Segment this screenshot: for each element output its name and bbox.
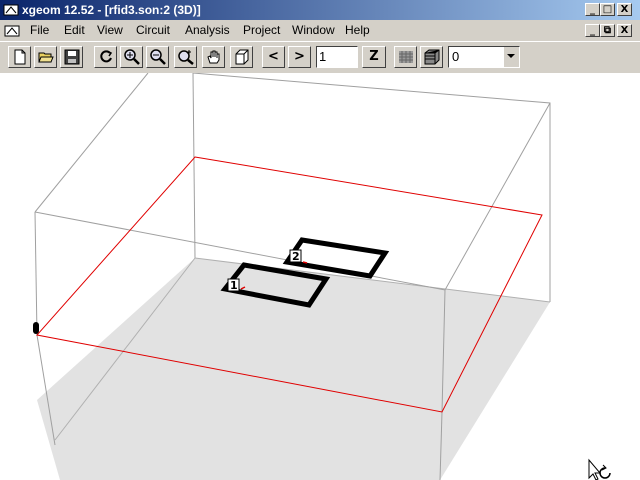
menu-edit[interactable]: Edit (64, 23, 85, 37)
ground-plane (37, 258, 550, 480)
metal-polygon-2 (282, 237, 390, 279)
layer-pattern-icon (399, 51, 413, 63)
menu-help[interactable]: Help (345, 23, 370, 37)
stack-view-button[interactable] (420, 46, 443, 68)
rotate-cursor-icon (588, 458, 611, 480)
next-label: > (294, 49, 305, 64)
menu-analysis[interactable]: Analysis (185, 23, 230, 37)
layer-stack-icon (424, 49, 440, 65)
zoom-in-icon (124, 49, 140, 65)
menu-bar: File Edit View Circuit Analysis Project … (0, 20, 640, 41)
layer-view-button[interactable] (394, 46, 417, 68)
child-minimize-button[interactable]: _ (585, 24, 600, 37)
document-icon[interactable] (4, 23, 20, 39)
z-label: Z (369, 49, 379, 64)
save-button[interactable] (60, 46, 83, 68)
zoom-fit-button[interactable] (174, 46, 197, 68)
page-level-input[interactable]: 1 (316, 46, 358, 68)
child-restore-button[interactable]: ⧉ (600, 24, 615, 37)
open-button[interactable] (34, 46, 57, 68)
level-select[interactable]: 0 (448, 46, 520, 68)
level-value: 0 (452, 49, 460, 64)
minimize-button[interactable]: _ (585, 3, 600, 16)
new-file-icon (14, 49, 26, 65)
port-1-label: 1 (230, 279, 238, 292)
window-title: xgeom 12.52 - [rfid3.son:2 (3D)] (22, 3, 201, 17)
3d-box-icon (235, 49, 249, 65)
port-2-label: 2 (292, 250, 300, 263)
next-button[interactable]: > (288, 46, 311, 68)
zoom-fit-icon (178, 50, 194, 65)
dropdown-arrow-icon[interactable] (503, 47, 519, 67)
app-icon (3, 4, 19, 16)
edge-marker (33, 322, 39, 334)
open-folder-icon (38, 52, 54, 63)
3d-viewport[interactable]: 1 2 (0, 73, 640, 480)
port-2[interactable]: 2 (289, 249, 308, 264)
toolbar: < > 1 Z 0 (0, 41, 640, 73)
hand-icon (207, 50, 220, 64)
close-button[interactable]: X (617, 3, 632, 16)
rotate-button[interactable] (94, 46, 117, 68)
3d-box-button[interactable] (230, 46, 253, 68)
title-bar: xgeom 12.52 - [rfid3.son:2 (3D)] _ □ X (0, 0, 640, 20)
3d-scene: 1 2 (33, 73, 611, 480)
child-close-button[interactable]: X (617, 24, 632, 37)
box-edge (34, 211, 38, 336)
menu-project[interactable]: Project (243, 23, 280, 37)
zoom-out-icon (150, 49, 166, 65)
maximize-button[interactable]: □ (600, 3, 615, 16)
rotate-icon (100, 50, 113, 63)
zoom-in-button[interactable] (120, 46, 143, 68)
menu-view[interactable]: View (97, 23, 123, 37)
prev-label: < (268, 49, 279, 64)
previous-button[interactable]: < (262, 46, 285, 68)
z-button[interactable]: Z (362, 46, 386, 68)
box-edge (34, 73, 149, 213)
pan-button[interactable] (202, 46, 225, 68)
save-disk-icon (64, 49, 80, 65)
menu-window[interactable]: Window (292, 23, 335, 37)
menu-circuit[interactable]: Circuit (136, 23, 170, 37)
box-edge (192, 73, 196, 259)
menu-file[interactable]: File (30, 23, 49, 37)
new-button[interactable] (8, 46, 31, 68)
zoom-out-button[interactable] (146, 46, 169, 68)
